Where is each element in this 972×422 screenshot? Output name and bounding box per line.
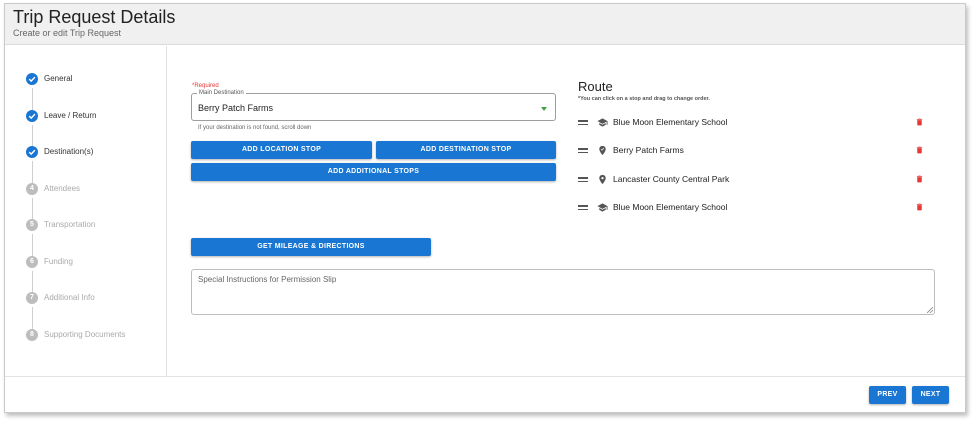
stepper: General Leave / Return Destination(s) 4 … — [5, 46, 167, 376]
permission-slip-instructions-input[interactable] — [191, 269, 935, 315]
step-general[interactable]: General — [5, 73, 165, 93]
route-stop[interactable]: Blue Moon Elementary School — [578, 201, 928, 215]
step-label: Attendees — [44, 184, 81, 193]
delete-icon[interactable] — [915, 145, 924, 155]
add-location-stop-button[interactable]: ADD LOCATION STOP — [191, 141, 372, 159]
step-label: Supporting Documents — [44, 330, 126, 339]
step-number: 6 — [26, 256, 38, 268]
step-funding[interactable]: 6 Funding — [5, 256, 165, 276]
delete-icon[interactable] — [915, 202, 924, 212]
prev-button[interactable]: PREV — [869, 386, 906, 404]
place-marker-icon — [599, 145, 606, 156]
get-mileage-directions-button[interactable]: GET MILEAGE & DIRECTIONS — [191, 238, 431, 256]
step-label: Funding — [44, 257, 73, 266]
step-additional-info[interactable]: 7 Additional Info — [5, 292, 165, 312]
location-pin-icon — [599, 174, 606, 185]
step-label: Additional Info — [44, 293, 95, 302]
check-icon — [26, 146, 38, 158]
trip-request-window: Trip Request Details Create or edit Trip… — [4, 3, 966, 413]
drag-handle-icon[interactable] — [578, 120, 588, 125]
caret-down-icon — [541, 107, 547, 111]
step-transportation[interactable]: 5 Transportation — [5, 219, 165, 239]
route-stop-label: Berry Patch Farms — [613, 145, 684, 155]
step-number: 8 — [26, 329, 38, 341]
drag-handle-icon[interactable] — [578, 205, 588, 210]
footer-bar: PREV NEXT — [5, 376, 965, 412]
school-icon — [597, 118, 608, 127]
step-number: 4 — [26, 183, 38, 195]
destination-helper-text: If your destination is not found, scroll… — [198, 125, 312, 131]
route-stop[interactable]: Berry Patch Farms — [578, 144, 928, 158]
delete-icon[interactable] — [915, 117, 924, 127]
next-button[interactable]: NEXT — [912, 386, 949, 404]
drag-handle-icon[interactable] — [578, 177, 588, 182]
step-number: 7 — [26, 292, 38, 304]
route-hint: *You can click on a stop and drag to cha… — [578, 96, 710, 102]
step-number: 5 — [26, 219, 38, 231]
step-supporting-documents[interactable]: 8 Supporting Documents — [5, 329, 165, 349]
step-label: General — [44, 74, 73, 83]
route-title: Route — [578, 79, 613, 94]
step-attendees[interactable]: 4 Attendees — [5, 183, 165, 203]
main-destination-select[interactable]: Main Destination Berry Patch Farms — [191, 89, 556, 121]
page-header: Trip Request Details Create or edit Trip… — [5, 4, 965, 45]
route-stop-label: Blue Moon Elementary School — [613, 202, 728, 212]
route-stop-label: Blue Moon Elementary School — [613, 117, 728, 127]
route-stop-label: Lancaster County Central Park — [613, 174, 730, 184]
school-icon — [597, 203, 608, 212]
step-destinations[interactable]: Destination(s) — [5, 146, 165, 166]
resize-grip-icon[interactable] — [927, 307, 933, 313]
main-destination-value: Berry Patch Farms — [198, 103, 274, 113]
delete-icon[interactable] — [915, 174, 924, 184]
step-label: Destination(s) — [44, 147, 94, 156]
main-destination-label: Main Destination — [197, 89, 246, 97]
check-icon — [26, 73, 38, 85]
page-title: Trip Request Details — [13, 7, 176, 27]
step-leave-return[interactable]: Leave / Return — [5, 110, 165, 130]
route-stop[interactable]: Blue Moon Elementary School — [578, 116, 928, 130]
check-icon — [26, 110, 38, 122]
route-stop[interactable]: Lancaster County Central Park — [578, 173, 928, 187]
page-subtitle: Create or edit Trip Request — [13, 28, 122, 38]
step-label: Leave / Return — [44, 111, 97, 120]
step-label: Transportation — [44, 220, 96, 229]
add-destination-stop-button[interactable]: ADD DESTINATION STOP — [376, 141, 556, 159]
add-additional-stops-button[interactable]: ADD ADDITIONAL STOPS — [191, 163, 556, 181]
drag-handle-icon[interactable] — [578, 148, 588, 153]
